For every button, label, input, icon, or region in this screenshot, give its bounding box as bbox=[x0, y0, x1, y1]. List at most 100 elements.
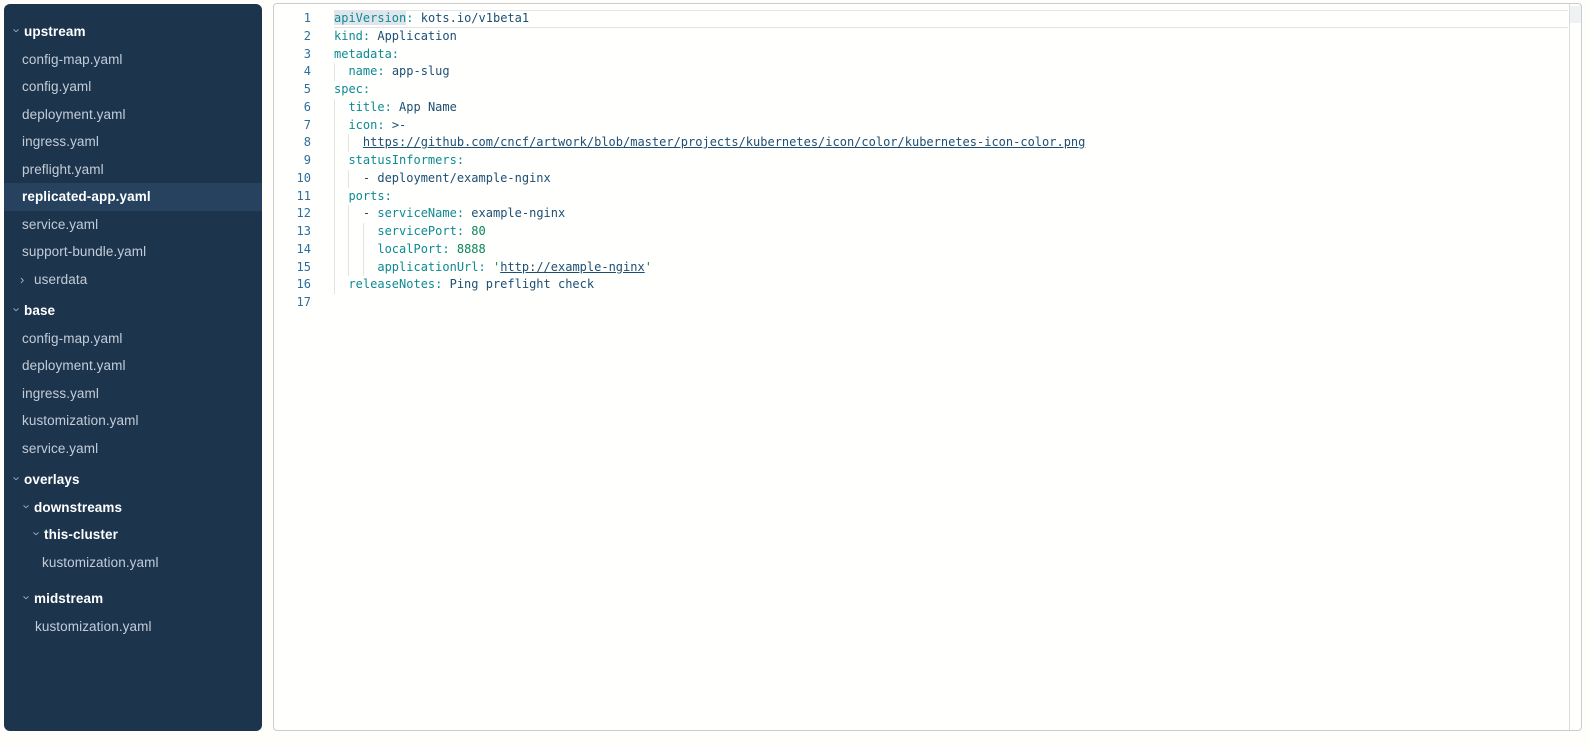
code-token: app-slug bbox=[392, 64, 450, 78]
code-link[interactable]: https://github.com/cncf/artwork/blob/mas… bbox=[363, 135, 1085, 149]
code-line[interactable]: 7 icon: >- bbox=[274, 117, 1568, 135]
overview-ruler[interactable] bbox=[1569, 4, 1581, 730]
chevron-down-icon[interactable]: › bbox=[21, 591, 34, 605]
tree-file-replicated-app-yaml[interactable]: replicated-app.yaml bbox=[4, 183, 262, 211]
indent-guide bbox=[334, 241, 335, 259]
tree-file-kustomization-yaml[interactable]: kustomization.yaml bbox=[4, 549, 262, 577]
code-token bbox=[334, 260, 377, 274]
tree-label: base bbox=[24, 303, 55, 318]
tree-file-kustomization-yaml[interactable]: kustomization.yaml bbox=[4, 613, 262, 641]
line-number: 11 bbox=[274, 188, 311, 206]
tree-folder-downstreams[interactable]: ›downstreams bbox=[4, 494, 262, 522]
code-token bbox=[334, 118, 348, 132]
code-token: name: bbox=[348, 64, 384, 78]
code-line[interactable]: 17 bbox=[274, 294, 1568, 312]
code-token: applicationUrl: bbox=[377, 260, 485, 274]
tree-label: downstreams bbox=[34, 500, 122, 515]
code-token bbox=[334, 242, 377, 256]
code-line[interactable]: 1apiVersion: kots.io/v1beta1 bbox=[274, 10, 1568, 28]
chevron-down-icon[interactable]: › bbox=[11, 24, 24, 38]
tree-file-config-map-yaml[interactable]: config-map.yaml bbox=[4, 325, 262, 353]
file-tree-sidebar: ›upstream config-map.yaml config.yaml deplo… bbox=[4, 4, 262, 731]
code-text: title: App Name bbox=[311, 99, 457, 117]
tree-folder-overlays[interactable]: ›overlays bbox=[4, 466, 262, 494]
tree-file-support-bundle-yaml[interactable]: support-bundle.yaml bbox=[4, 238, 262, 266]
line-number: 2 bbox=[274, 28, 311, 46]
code-token bbox=[450, 242, 457, 256]
tree-label: this-cluster bbox=[44, 527, 118, 542]
code-line[interactable]: 16 releaseNotes: Ping preflight check bbox=[274, 276, 1568, 294]
code-token: localPort: bbox=[377, 242, 449, 256]
line-number: 4 bbox=[274, 63, 311, 81]
code-token: >- bbox=[392, 118, 406, 132]
code-editor-panel[interactable]: 1apiVersion: kots.io/v1beta12kind: Appli… bbox=[273, 3, 1582, 731]
tree-folder-base[interactable]: ›base bbox=[4, 297, 262, 325]
code-token: apiVersion bbox=[334, 11, 406, 25]
code-line[interactable]: 9 statusInformers: bbox=[274, 152, 1568, 170]
tree-file-deployment-yaml[interactable]: deployment.yaml bbox=[4, 352, 262, 380]
tree-label: ingress.yaml bbox=[22, 386, 99, 401]
tree-label: config.yaml bbox=[22, 79, 91, 94]
indent-guide bbox=[334, 259, 335, 277]
code-line[interactable]: 12 - serviceName: example-nginx bbox=[274, 205, 1568, 223]
code-token bbox=[385, 64, 392, 78]
code-text: servicePort: 80 bbox=[311, 223, 486, 241]
code-token: statusInformers: bbox=[348, 153, 464, 167]
code-area[interactable]: 1apiVersion: kots.io/v1beta12kind: Appli… bbox=[274, 4, 1568, 730]
code-text: metadata: bbox=[311, 46, 399, 64]
tree-folder-this-cluster[interactable]: ›this-cluster bbox=[4, 521, 262, 549]
code-token bbox=[334, 64, 348, 78]
code-line[interactable]: 15 applicationUrl: 'http://example-nginx… bbox=[274, 259, 1568, 277]
indent-guide bbox=[363, 241, 364, 259]
tree-file-service-yaml[interactable]: service.yaml bbox=[4, 435, 262, 463]
code-line[interactable]: 2kind: Application bbox=[274, 28, 1568, 46]
code-token: title: bbox=[348, 100, 391, 114]
tree-file-deployment-yaml[interactable]: deployment.yaml bbox=[4, 101, 262, 129]
indent-guide bbox=[348, 134, 349, 152]
chevron-down-icon[interactable]: › bbox=[11, 472, 24, 486]
tree-file-preflight-yaml[interactable]: preflight.yaml bbox=[4, 156, 262, 184]
tree-file-ingress-yaml[interactable]: ingress.yaml bbox=[4, 380, 262, 408]
tree-folder-midstream[interactable]: ›midstream bbox=[4, 585, 262, 613]
code-link[interactable]: http://example-nginx bbox=[500, 260, 645, 274]
code-token bbox=[442, 277, 449, 291]
code-line[interactable]: 10 - deployment/example-nginx bbox=[274, 170, 1568, 188]
tree-file-service-yaml[interactable]: service.yaml bbox=[4, 211, 262, 239]
code-line[interactable]: 5spec: bbox=[274, 81, 1568, 99]
tree-file-config-yaml[interactable]: config.yaml bbox=[4, 73, 262, 101]
code-line[interactable]: 4 name: app-slug bbox=[274, 63, 1568, 81]
line-number: 3 bbox=[274, 46, 311, 64]
tree-folder-userdata[interactable]: ›userdata bbox=[4, 266, 262, 294]
code-token: kots.io/v1beta1 bbox=[421, 11, 529, 25]
code-line[interactable]: 14 localPort: 8888 bbox=[274, 241, 1568, 259]
indent-guide bbox=[334, 63, 335, 81]
code-text: ports: bbox=[311, 188, 392, 206]
indent-guide bbox=[348, 205, 349, 223]
chevron-down-icon[interactable]: › bbox=[31, 527, 44, 541]
tree-label: userdata bbox=[34, 272, 87, 287]
code-token bbox=[413, 11, 420, 25]
code-line[interactable]: 3metadata: bbox=[274, 46, 1568, 64]
code-line[interactable]: 11 ports: bbox=[274, 188, 1568, 206]
code-line[interactable]: 8 https://github.com/cncf/artwork/blob/m… bbox=[274, 134, 1568, 152]
code-token: serviceName: bbox=[377, 206, 464, 220]
chevron-down-icon[interactable]: › bbox=[21, 499, 34, 513]
indent-guide bbox=[348, 170, 349, 188]
tree-label: replicated-app.yaml bbox=[22, 189, 151, 204]
tree-label: deployment.yaml bbox=[22, 107, 126, 122]
code-line[interactable]: 6 title: App Name bbox=[274, 99, 1568, 117]
code-line[interactable]: 13 servicePort: 80 bbox=[274, 223, 1568, 241]
tree-file-kustomization-yaml[interactable]: kustomization.yaml bbox=[4, 407, 262, 435]
line-number: 9 bbox=[274, 152, 311, 170]
tree-folder-upstream[interactable]: ›upstream bbox=[4, 18, 262, 46]
indent-guide bbox=[348, 259, 349, 277]
code-token: releaseNotes: bbox=[348, 277, 442, 291]
chevron-right-icon[interactable]: › bbox=[20, 273, 34, 286]
tree-label: service.yaml bbox=[22, 217, 98, 232]
code-token: 80 bbox=[471, 224, 485, 238]
tree-file-ingress-yaml[interactable]: ingress.yaml bbox=[4, 128, 262, 156]
tree-file-config-map-yaml[interactable]: config-map.yaml bbox=[4, 46, 262, 74]
tree-label: config-map.yaml bbox=[22, 52, 123, 67]
code-text: apiVersion: kots.io/v1beta1 bbox=[311, 10, 529, 28]
chevron-down-icon[interactable]: › bbox=[11, 303, 24, 317]
